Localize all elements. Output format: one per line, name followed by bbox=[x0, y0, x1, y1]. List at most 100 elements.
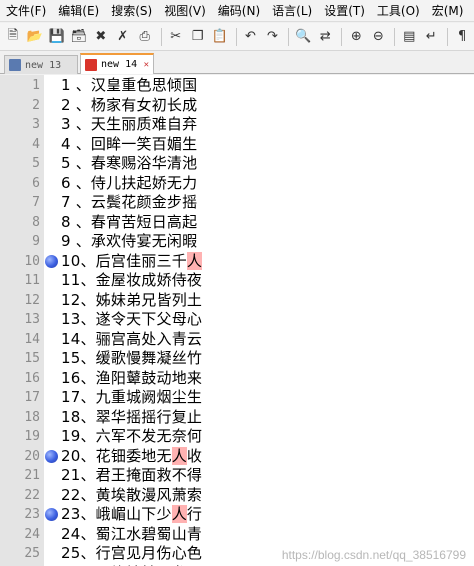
editor[interactable]: 1 1 、汉皇重色思倾国 2 2 、杨家有女初长成 3 3 、天生丽质难自弃 4 4 、回眸一… bbox=[0, 75, 474, 566]
line-text[interactable]: 18、翠华摇摇行复止 bbox=[61, 408, 202, 428]
menu-item[interactable]: 视图(V) bbox=[158, 0, 212, 22]
search-highlight: 人 bbox=[186, 251, 203, 270]
line-number: 5 bbox=[32, 156, 40, 171]
line-text-segment: 行 bbox=[186, 505, 203, 523]
line-number: 17 bbox=[24, 390, 40, 405]
line-number: 18 bbox=[24, 409, 40, 425]
close-all-icon[interactable]: ✗ bbox=[113, 27, 133, 47]
bookmark-icon[interactable] bbox=[45, 254, 58, 268]
editor-line: 14 14、骊宫高处入青云 bbox=[0, 330, 474, 350]
menu-item[interactable]: 文件(F) bbox=[0, 0, 52, 22]
line-text[interactable]: 1 、汉皇重色思倾国 bbox=[61, 76, 197, 96]
menu-item[interactable]: 设置(T) bbox=[318, 0, 371, 22]
line-number: 12 bbox=[24, 292, 40, 308]
line-text[interactable]: 24、蜀江水碧蜀山青 bbox=[61, 525, 202, 545]
toolbar-separator bbox=[341, 27, 343, 46]
editor-line: 10 10、后宫佳丽三千人 bbox=[0, 251, 474, 272]
editor-line: 19 19、六军不发无奈何 bbox=[0, 427, 474, 447]
editor-line: 15 15、缓歌慢舞凝丝竹 bbox=[0, 349, 474, 369]
editor-line: 12 12、姊妹弟兄皆列土 bbox=[0, 291, 474, 311]
menu-item[interactable]: 编码(N) bbox=[212, 0, 266, 22]
word-wrap-icon[interactable]: ↵ bbox=[421, 27, 441, 47]
line-text[interactable]: 21、君王掩面救不得 bbox=[61, 466, 202, 486]
line-number: 6 bbox=[32, 175, 40, 191]
tab-bar: new 13 new 14 ✕ bbox=[0, 52, 474, 74]
menu-item[interactable]: 语言(L) bbox=[266, 0, 318, 22]
line-text[interactable]: 8 、春宵苦短日高起 bbox=[61, 213, 197, 233]
line-number: 13 bbox=[24, 312, 40, 327]
editor-line: 23 23、峨嵋山下少人行 bbox=[0, 505, 474, 525]
print-icon[interactable]: ⎙ bbox=[135, 27, 155, 47]
line-text[interactable]: 6 、侍儿扶起娇无力 bbox=[61, 174, 197, 194]
editor-line: 22 22、黄埃散漫风萧索 bbox=[0, 486, 474, 506]
line-text[interactable]: 15、缓歌慢舞凝丝竹 bbox=[61, 349, 202, 369]
line-text[interactable]: 9 、承欢侍宴无闲暇 bbox=[61, 232, 197, 252]
line-text-segment: 20、花钿委地无 bbox=[61, 446, 172, 465]
watermark: https://blog.csdn.net/qq_38516799 bbox=[281, 548, 466, 562]
line-text[interactable]: 20、花钿委地无人收 bbox=[61, 446, 202, 467]
undo-icon[interactable]: ↶ bbox=[241, 27, 261, 47]
close-icon[interactable]: ✖ bbox=[91, 27, 111, 47]
line-number: 4 bbox=[32, 136, 40, 152]
bookmark-icon[interactable] bbox=[45, 449, 58, 463]
line-text[interactable]: 13、遂令天下父母心 bbox=[61, 310, 202, 330]
line-text[interactable]: 16、渔阳鼙鼓动地来 bbox=[61, 369, 202, 389]
line-text[interactable]: 23、峨嵋山下少人行 bbox=[61, 505, 202, 525]
line-number: 15 bbox=[24, 351, 40, 366]
editor-line: 7 7 、云鬓花颜金步摇 bbox=[0, 193, 474, 213]
menu-bar: 文件(F) 编辑(E) 搜索(S) 视图(V) 编码(N) 语言(L) 设置(T) 工具(O)… bbox=[0, 0, 474, 22]
close-tab-icon[interactable]: ✕ bbox=[144, 60, 149, 70]
zoom-out-icon[interactable]: ⊖ bbox=[368, 27, 388, 47]
line-text-segment: 23、峨嵋山下少 bbox=[61, 505, 172, 523]
line-text[interactable]: 3 、天生丽质难自弃 bbox=[61, 115, 197, 135]
tab-new-14[interactable]: new 14 ✕ bbox=[80, 53, 154, 74]
line-text[interactable]: 4 、回眸一笑百媚生 bbox=[61, 135, 197, 155]
line-text[interactable]: 7 、云鬓花颜金步摇 bbox=[61, 193, 197, 213]
file-icon bbox=[9, 59, 21, 71]
editor-line: 18 18、翠华摇摇行复止 bbox=[0, 408, 474, 428]
line-number: 1 bbox=[32, 78, 40, 93]
menu-item[interactable]: 搜索(S) bbox=[105, 0, 158, 22]
menu-item[interactable]: 工具(O) bbox=[371, 0, 426, 22]
zoom-in-icon[interactable]: ⊕ bbox=[346, 27, 366, 47]
tab-new-13[interactable]: new 13 bbox=[4, 55, 78, 74]
line-number: 16 bbox=[24, 370, 40, 386]
replace-icon[interactable]: ⇄ bbox=[315, 27, 335, 47]
copy-icon[interactable]: ❐ bbox=[188, 27, 208, 47]
editor-line: 11 11、金屋妆成娇侍夜 bbox=[0, 271, 474, 291]
line-text[interactable]: 5 、春寒赐浴华清池 bbox=[61, 154, 197, 174]
redo-icon[interactable]: ↷ bbox=[262, 27, 282, 47]
line-text[interactable]: 17、九重城阙烟尘生 bbox=[61, 388, 202, 408]
menu-item[interactable]: 宏(M) bbox=[426, 0, 470, 22]
line-text[interactable]: 14、骊宫高处入青云 bbox=[61, 330, 202, 350]
show-all-chars-icon[interactable]: ¶ bbox=[452, 27, 472, 47]
toolbar: 🗎 📂 💾 🗃 ✖ ✗ ⎙ ✂ ❐ 📋 ↶ ↷ 🔍 ⇄ ⊕ ⊖ ▤ ↵ ¶ bbox=[0, 23, 474, 51]
menu-item[interactable]: 编辑(E) bbox=[52, 0, 105, 22]
line-text[interactable]: 19、六军不发无奈何 bbox=[61, 427, 202, 447]
bookmark-icon[interactable] bbox=[45, 508, 58, 521]
line-number: 14 bbox=[24, 331, 40, 347]
line-text[interactable]: 22、黄埃散漫风萧索 bbox=[61, 486, 202, 506]
line-text[interactable]: 2 、杨家有女初长成 bbox=[61, 96, 197, 116]
find-icon[interactable]: 🔍 bbox=[293, 27, 313, 47]
line-number: 24 bbox=[24, 526, 40, 542]
editor-line: 17 17、九重城阙烟尘生 bbox=[0, 388, 474, 408]
line-text[interactable]: 12、姊妹弟兄皆列土 bbox=[61, 291, 202, 311]
sync-scroll-icon[interactable]: ▤ bbox=[399, 27, 419, 47]
line-text[interactable]: 10、后宫佳丽三千人 bbox=[61, 251, 203, 272]
toolbar-separator bbox=[288, 27, 290, 46]
line-number: 22 bbox=[24, 487, 40, 503]
line-number: 21 bbox=[24, 468, 40, 483]
tab-label: new 14 bbox=[101, 59, 138, 70]
open-file-icon[interactable]: 📂 bbox=[25, 27, 45, 47]
line-text[interactable]: 25、行宫见月伤心色 bbox=[61, 544, 202, 564]
new-file-icon[interactable]: 🗎 bbox=[3, 27, 23, 47]
save-all-icon[interactable]: 🗃 bbox=[69, 27, 89, 47]
line-text[interactable]: 11、金屋妆成娇侍夜 bbox=[61, 271, 202, 291]
cut-icon[interactable]: ✂ bbox=[166, 27, 186, 47]
save-icon[interactable]: 💾 bbox=[47, 27, 67, 47]
paste-icon[interactable]: 📋 bbox=[210, 27, 230, 47]
editor-line: 4 4 、回眸一笑百媚生 bbox=[0, 135, 474, 155]
editor-line: 1 1 、汉皇重色思倾国 bbox=[0, 76, 474, 96]
editor-line: 20 20、花钿委地无人收 bbox=[0, 446, 474, 467]
